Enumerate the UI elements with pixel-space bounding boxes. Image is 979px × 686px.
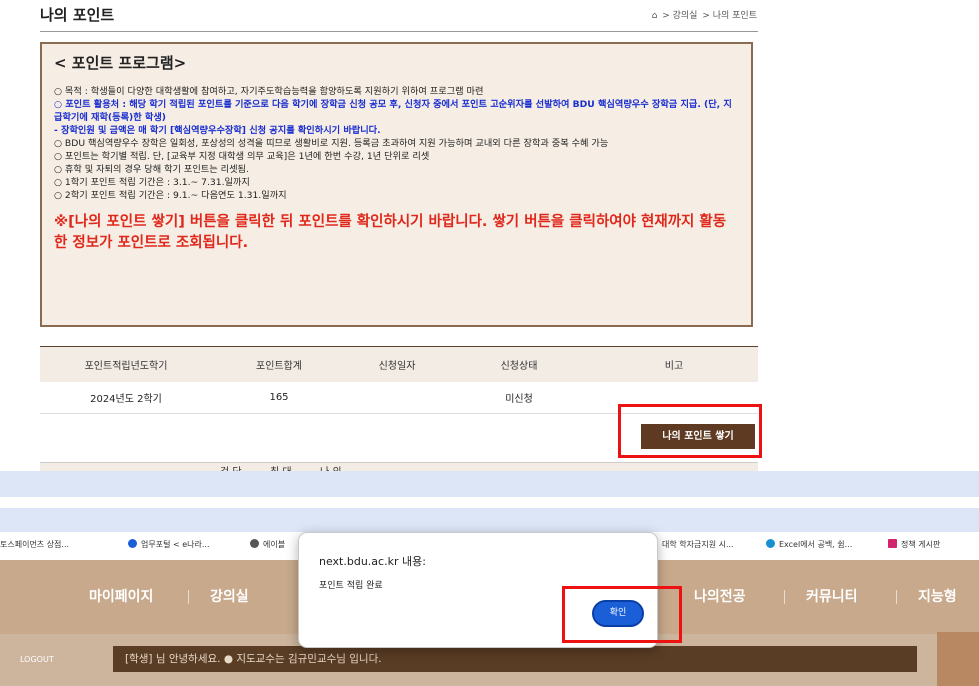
welcome-bar: [학생] 님 안녕하세요. ● 지도교수는 김규민교수님 입니다. [113, 646, 917, 672]
browser-band [0, 508, 979, 532]
decorative-panel [937, 632, 979, 686]
info-line: ○ 1학기 포인트 적립 기간은 : 3.1.~ 7.31.일까지 [54, 177, 250, 188]
highlight-box-confirm [562, 586, 682, 643]
dialog-message: 포인트 적립 완료 [319, 581, 383, 591]
cell-total: 165 [212, 382, 346, 414]
bookmark-item[interactable]: 정책 게시판 [888, 539, 940, 550]
bookmark-label: 토스페이먼츠 상점... [0, 540, 70, 549]
bookmark-item[interactable]: 대학 학자금지원 시... [662, 539, 734, 550]
col-total: 포인트합계 [212, 347, 346, 382]
logout-link[interactable]: LOGOUT [20, 655, 54, 664]
col-note: 비고 [590, 347, 758, 382]
col-date: 신청일자 [346, 347, 448, 382]
nav-community[interactable]: 커뮤니티 [806, 586, 858, 606]
excel-icon [766, 539, 775, 548]
browser-band [0, 471, 979, 497]
info-line: ○ 휴학 및 자퇴의 경우 당해 학기 포인트는 리셋됨. [54, 164, 249, 175]
globe-icon [250, 539, 259, 548]
policy-icon [888, 539, 897, 548]
table-header-row: 포인트적립년도학기 포인트합계 신청일자 신청상태 비고 [40, 347, 758, 382]
nav-divider [896, 590, 897, 604]
nav-classroom[interactable]: 강의실 [210, 586, 249, 606]
title-divider [40, 31, 758, 32]
col-status: 신청상태 [448, 347, 590, 382]
notice-text: ※[나의 포인트 쌓기] 버튼을 클릭한 뒤 포인트를 확인하시기 바랍니다. … [54, 214, 727, 251]
bookmark-label: Excel에서 공백, 쉼... [779, 540, 853, 549]
cell-semester: 2024년도 2학기 [40, 382, 212, 414]
bookmark-label: 에이블 [263, 540, 286, 549]
browser-band [0, 497, 979, 508]
breadcrumb-item-lecture[interactable]: > 강의실 [662, 11, 697, 21]
info-line: ○ 2학기 포인트 적립 기간은 : 9.1.~ 다음연도 1.31.일까지 [54, 190, 287, 201]
nav-intelligent[interactable]: 지능형 [918, 586, 957, 606]
info-line-usage: ○ 포인트 활용처 : 해당 학기 적립된 포인트를 기준으로 다음 학기에 장… [54, 99, 732, 123]
nav-divider [188, 590, 189, 604]
home-icon[interactable]: ⌂ [652, 11, 658, 21]
nara-icon [128, 539, 137, 548]
info-line-scholarship: - 장학인원 및 금액은 매 학기 [핵심역량우수장학] 신청 공지를 확인하시… [54, 125, 381, 136]
bookmark-label: 정책 게시판 [901, 540, 941, 549]
bookmark-label: 업무포털 < e나라... [141, 540, 210, 549]
page-title: 나의 포인트 [40, 6, 115, 24]
dialog-title: next.bdu.ac.kr 내용: [319, 555, 426, 568]
cell-date [346, 382, 448, 414]
point-program-info: < 포인트 프로그램> ○ 목적 : 학생들이 다양한 대학생활에 참여하고, … [40, 42, 753, 327]
cell-status: 미신청 [448, 382, 590, 414]
bookmark-item[interactable]: 에이블 [250, 539, 285, 550]
breadcrumb: ⌂ > 강의실 > 나의 포인트 [650, 8, 757, 21]
program-heading: < 포인트 프로그램> [54, 54, 187, 72]
bookmark-item[interactable]: 업무포털 < e나라... [128, 539, 210, 550]
info-line: ○ 목적 : 학생들이 다양한 대학생활에 참여하고, 자기주도학습능력을 함양… [54, 86, 484, 97]
nav-mypage[interactable]: 마이페이지 [89, 586, 153, 606]
bookmark-label: 대학 학자금지원 시... [662, 540, 734, 549]
nav-divider [784, 590, 785, 604]
nav-my-major[interactable]: 나의전공 [694, 586, 746, 606]
col-semester: 포인트적립년도학기 [40, 347, 212, 382]
info-line: ○ 포인트는 학기별 적립. 단, [교육부 지정 대학생 의무 교육]은 1년… [54, 151, 430, 162]
bookmark-item[interactable]: 토스페이먼츠 상점... [0, 539, 69, 550]
highlight-box-gather [618, 404, 762, 458]
breadcrumb-item-current: > 나의 포인트 [702, 11, 757, 21]
info-line: ○ BDU 핵심역량우수 장학은 일회성, 포상성의 성격을 띠므로 생활비로 … [54, 138, 609, 149]
bookmark-item[interactable]: Excel에서 공백, 쉼... [766, 539, 852, 550]
